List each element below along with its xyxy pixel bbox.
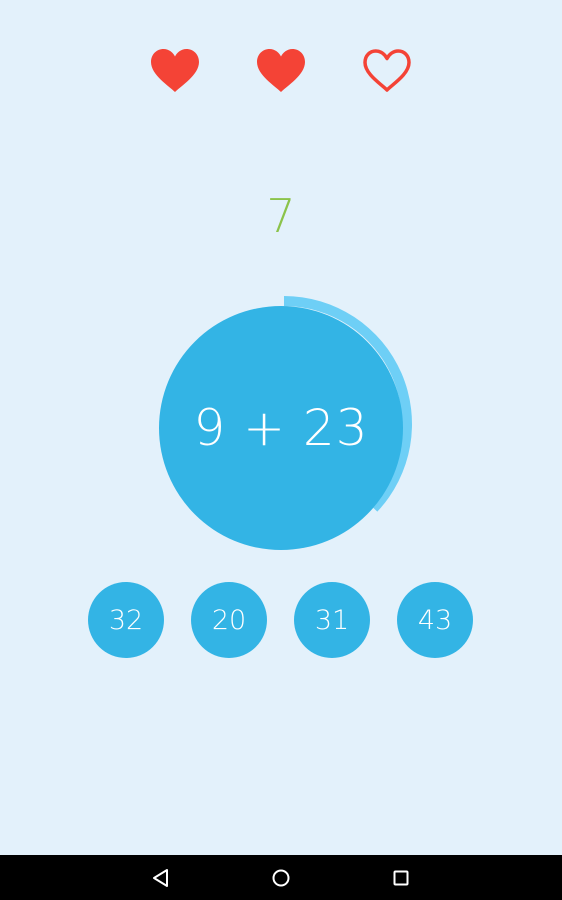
answer-button[interactable]: 20 [191, 582, 267, 658]
answer-button[interactable]: 32 [88, 582, 164, 658]
back-button[interactable] [148, 865, 174, 891]
heart-icon [255, 48, 307, 94]
question-text: 9 + 23 [193, 399, 369, 457]
system-navigation-bar [0, 855, 562, 900]
answer-button[interactable]: 31 [294, 582, 370, 658]
recents-square-icon [393, 870, 409, 886]
question-circle: 9 + 23 [159, 306, 403, 550]
lives-indicator [0, 48, 562, 96]
game-screen: 7 9 + 23 32 20 31 43 [0, 0, 562, 855]
back-triangle-icon [153, 869, 168, 887]
heart-filled-icon [257, 49, 305, 92]
heart-icon [149, 48, 201, 94]
recents-button[interactable] [388, 865, 414, 891]
home-circle-icon [272, 869, 290, 887]
home-button[interactable] [268, 865, 294, 891]
answer-button[interactable]: 43 [397, 582, 473, 658]
heart-outline-icon [363, 49, 411, 92]
score-value: 7 [266, 189, 296, 243]
heart-filled-icon [151, 49, 199, 92]
heart-icon [361, 48, 413, 94]
